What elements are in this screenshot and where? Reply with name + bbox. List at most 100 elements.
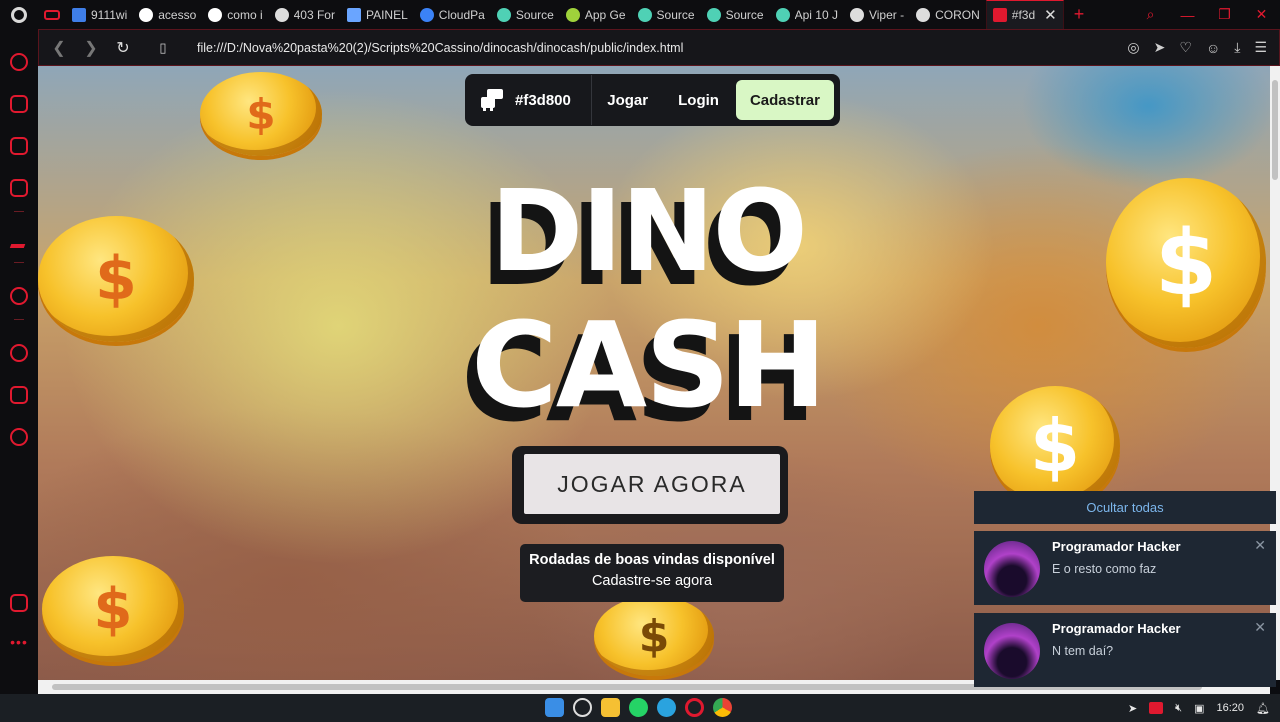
brand[interactable]: #f3d800 <box>479 89 591 111</box>
tab-label: Source <box>725 7 764 22</box>
welcome-promo-banner[interactable]: Rodadas de boas vindas disponível Cadast… <box>520 544 784 602</box>
site-navbar: #f3d800 Jogar Login Cadastrar <box>465 74 840 126</box>
tab-label: Viper - <box>868 7 905 22</box>
clipboard-icon[interactable]: ▣ <box>1194 702 1204 715</box>
tab-11[interactable]: Api 10 J <box>770 0 844 29</box>
search-icon[interactable] <box>573 698 592 717</box>
maximize-button[interactable]: ❐ <box>1206 6 1243 23</box>
close-tab-icon[interactable]: ✕ <box>1044 6 1057 24</box>
tab-3[interactable]: como i <box>202 0 268 29</box>
tab-9[interactable]: Source <box>632 0 701 29</box>
tab-active[interactable]: #f3d ✕ <box>985 0 1064 29</box>
close-window-button[interactable]: ✕ <box>1243 6 1280 23</box>
tab-4[interactable]: 403 For <box>269 0 341 29</box>
url-field[interactable]: file:///D:/Nova%20pasta%20(2)/Scripts%20… <box>197 41 683 55</box>
hide-all-notifications-button[interactable]: Ocultar todas <box>974 491 1276 524</box>
tab-2[interactable]: acesso <box>133 0 202 29</box>
tab-12[interactable]: Viper - <box>844 0 910 29</box>
coin-image: $ <box>200 72 322 156</box>
avatar <box>984 541 1040 597</box>
chrome-icon[interactable] <box>713 698 732 717</box>
player-icon[interactable] <box>10 287 28 305</box>
source-icon <box>496 7 511 22</box>
close-icon[interactable]: ✕ <box>1254 537 1266 554</box>
notification-card[interactable]: Programador Hacker N tem daí? ✕ <box>974 613 1276 687</box>
record-tray-icon[interactable] <box>1149 702 1164 714</box>
sidebar-divider <box>14 211 24 212</box>
avatar <box>984 623 1040 679</box>
brand-label: #f3d800 <box>515 91 571 109</box>
sidebar-divider <box>14 319 24 320</box>
tab-5[interactable]: PAINEL <box>341 0 414 29</box>
history-icon[interactable] <box>10 344 28 362</box>
tab-label: Api 10 J <box>794 7 838 22</box>
whatsapp-icon[interactable] <box>629 698 648 717</box>
browser-sidebar: ••• <box>0 29 38 694</box>
more-icon[interactable]: ••• <box>10 634 28 650</box>
google-icon <box>208 7 223 22</box>
speed-dial-icon[interactable] <box>10 53 28 71</box>
tab-6[interactable]: CloudPa <box>414 0 491 29</box>
download-icon[interactable]: ⤓ <box>1234 39 1240 56</box>
tab-label: CloudPa <box>438 7 485 22</box>
tab-10[interactable]: Source <box>701 0 770 29</box>
play-button-frame: JOGAR AGORA <box>512 446 788 524</box>
aria-icon[interactable] <box>9 236 29 248</box>
opera-gx-icon[interactable] <box>685 698 704 717</box>
nav-login-link[interactable]: Login <box>663 92 734 109</box>
close-icon[interactable]: ✕ <box>1254 619 1266 636</box>
new-tab-button[interactable]: + <box>1064 4 1095 25</box>
send-icon[interactable]: ➤ <box>1154 39 1166 56</box>
taskbar: ➤ 🔇︎ ▣ 16:20 🔔︎ <box>0 694 1280 722</box>
minimize-button[interactable]: — <box>1169 7 1206 23</box>
tab-8[interactable]: App Ge <box>560 0 632 29</box>
notification-bell-icon[interactable]: 🔔︎ <box>1256 702 1270 715</box>
notification-card[interactable]: Programador Hacker E o resto como faz ✕ <box>974 531 1276 605</box>
app-icon <box>565 7 580 22</box>
tab-label: App Ge <box>584 7 626 22</box>
tab-label: Source <box>656 7 695 22</box>
system-tray: ➤ 🔇︎ ▣ 16:20 🔔︎ <box>1128 694 1270 722</box>
globe-icon <box>274 7 289 22</box>
opera-logo-icon[interactable] <box>0 0 38 29</box>
shop-icon[interactable] <box>10 95 28 113</box>
nav-play-link[interactable]: Jogar <box>592 92 663 109</box>
camera-icon[interactable]: ◎ <box>1127 39 1139 56</box>
back-button[interactable]: ❮ <box>43 38 75 58</box>
taskbar-apps <box>545 698 732 717</box>
notification-title: Programador Hacker <box>1052 621 1181 636</box>
account-icon[interactable]: ☺ <box>1206 40 1220 56</box>
forward-button[interactable]: ❯ <box>75 38 107 58</box>
coin-image: $ <box>594 596 714 676</box>
address-bar: ❮ ❯ ↻ ▯ file:///D:/Nova%20pasta%20(2)/Sc… <box>38 29 1280 66</box>
file-explorer-icon[interactable] <box>601 698 620 717</box>
search-tabs-icon[interactable]: ⌕ <box>1132 6 1169 23</box>
telegram-icon[interactable] <box>657 698 676 717</box>
settings-gear-icon[interactable] <box>10 428 28 446</box>
notification-message: E o resto como faz <box>1052 562 1157 576</box>
window-controls: ⌕ — ❐ ✕ <box>1132 0 1280 29</box>
tab-7[interactable]: Source <box>491 0 560 29</box>
telegram-tray-icon[interactable]: ➤ <box>1128 702 1137 715</box>
easy-setup-icon[interactable]: ☰ <box>1254 39 1267 56</box>
tab-0[interactable] <box>38 0 66 29</box>
reload-button[interactable]: ↻ <box>107 38 139 58</box>
tab-label: PAINEL <box>365 7 408 22</box>
volume-muted-icon[interactable]: 🔇︎ <box>1175 702 1182 715</box>
clock-time[interactable]: 16:20 <box>1217 702 1245 714</box>
promo-subline: Cadastre-se agora <box>591 573 713 589</box>
notification-title: Programador Hacker <box>1052 539 1181 554</box>
calendar-icon[interactable] <box>10 179 28 197</box>
heart-icon[interactable]: ♡ <box>1179 39 1192 56</box>
snapshot-gallery-icon[interactable] <box>10 594 28 612</box>
twitch-icon[interactable] <box>10 137 28 155</box>
signup-button[interactable]: Cadastrar <box>735 80 834 120</box>
tab-1[interactable]: 9111wi <box>66 0 133 29</box>
tab-label: Source <box>515 7 554 22</box>
tab-13[interactable]: CORON <box>910 0 986 29</box>
notification-message: N tem daí? <box>1052 644 1114 658</box>
coin-image: $ <box>1106 178 1266 348</box>
extensions-cube-icon[interactable] <box>10 386 28 404</box>
start-windows-icon[interactable] <box>545 698 564 717</box>
play-now-button[interactable]: JOGAR AGORA <box>524 454 780 514</box>
